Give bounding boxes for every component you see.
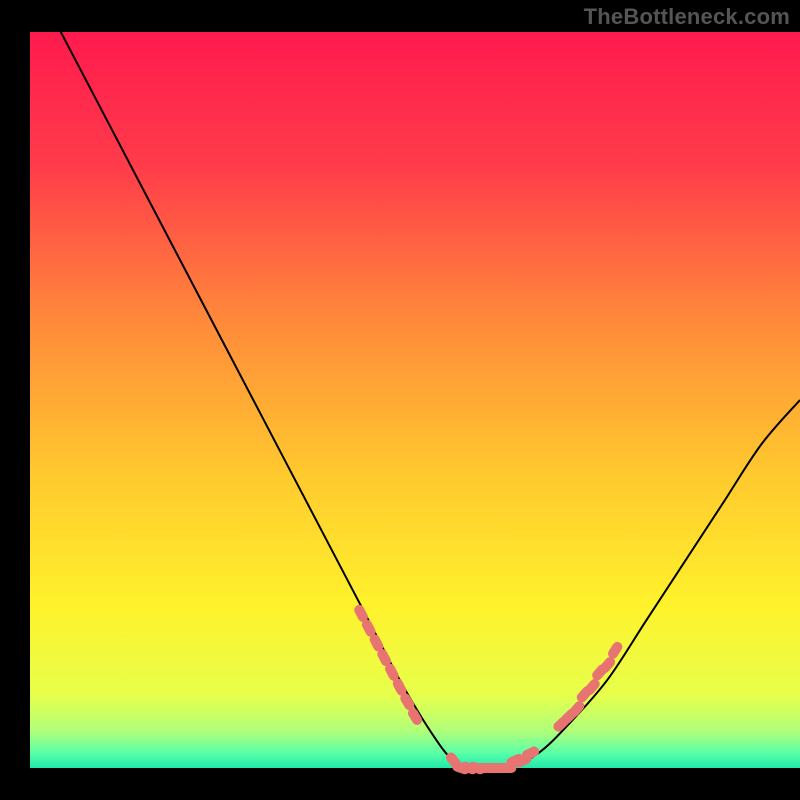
chart-svg	[0, 0, 800, 800]
watermark-text: TheBottleneck.com	[584, 4, 790, 30]
chart-container: TheBottleneck.com	[0, 0, 800, 800]
plot-background	[30, 32, 800, 768]
